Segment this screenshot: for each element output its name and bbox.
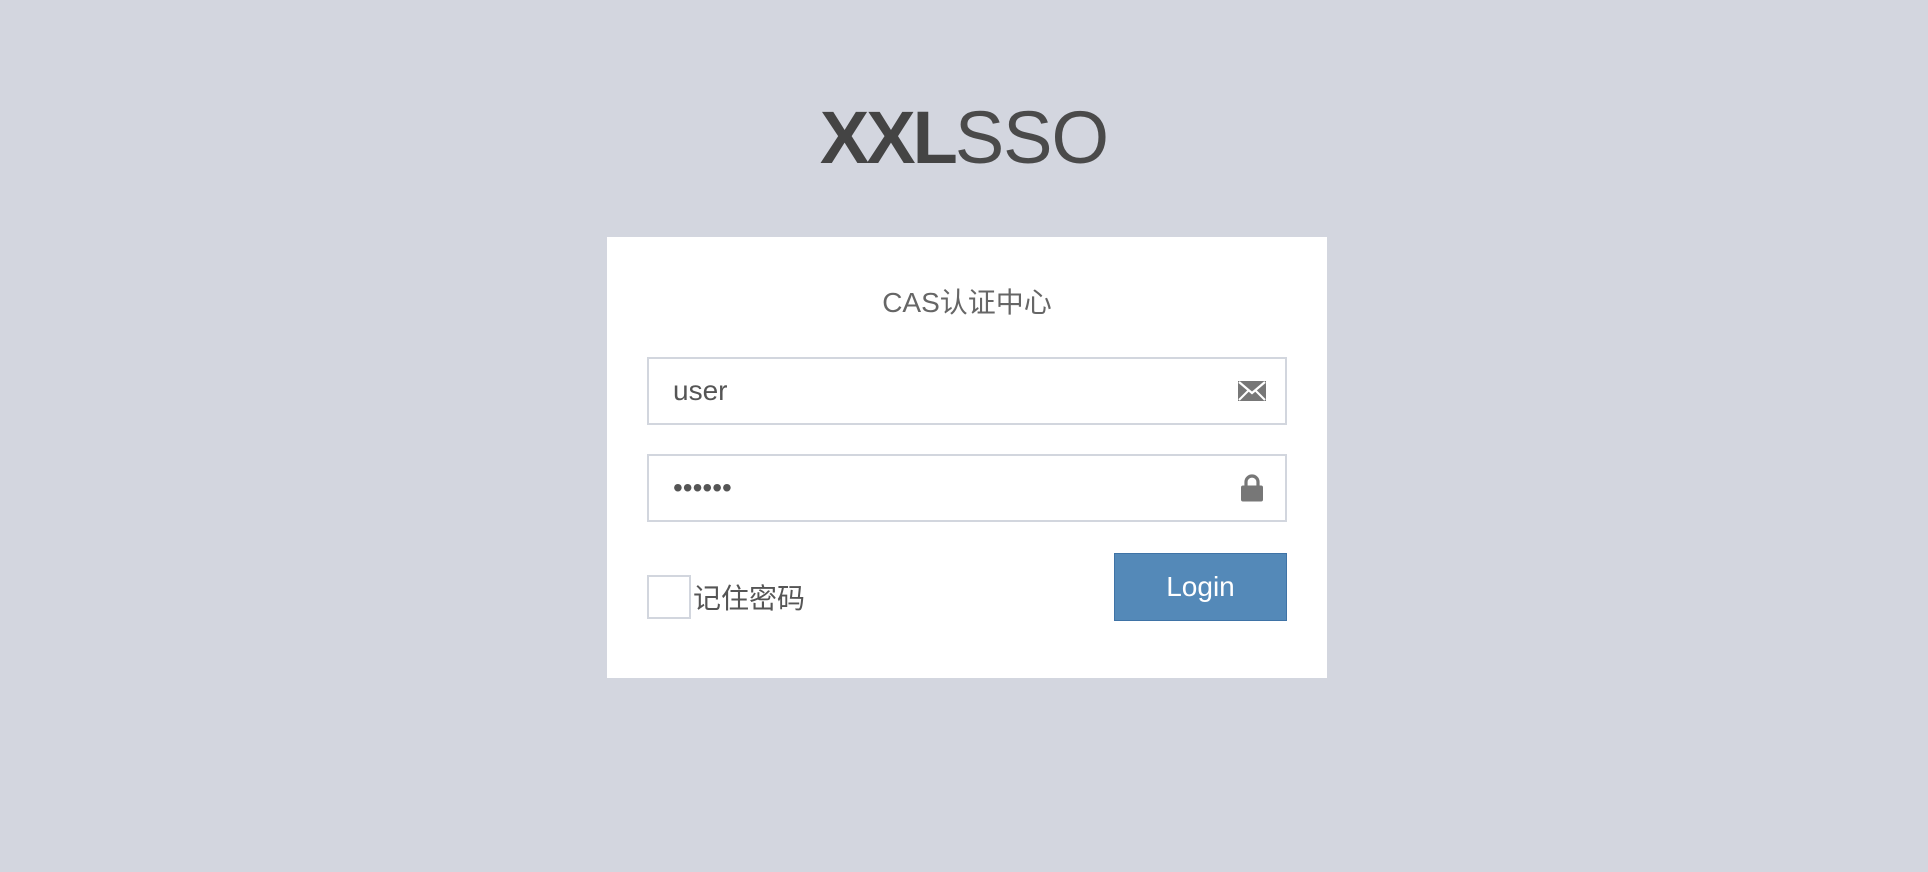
username-field [647,357,1287,425]
logo: XXLSSO [0,98,1928,178]
login-box-title: CAS认证中心 [882,287,1052,318]
remember-label[interactable]: 记住密码 [693,577,805,617]
lock-icon [1237,473,1267,503]
logo-bold-text: XXL [819,96,958,179]
envelope-icon [1237,376,1267,406]
password-input[interactable] [649,456,1285,520]
logo-thin-text: SSO [954,96,1109,179]
password-field [647,454,1287,522]
login-box: CAS认证中心 记住密码 Login [607,237,1327,678]
login-button[interactable]: Login [1114,553,1287,621]
remember-me: 记住密码 [647,574,805,620]
username-input[interactable] [649,359,1285,423]
remember-checkbox[interactable] [647,575,691,619]
